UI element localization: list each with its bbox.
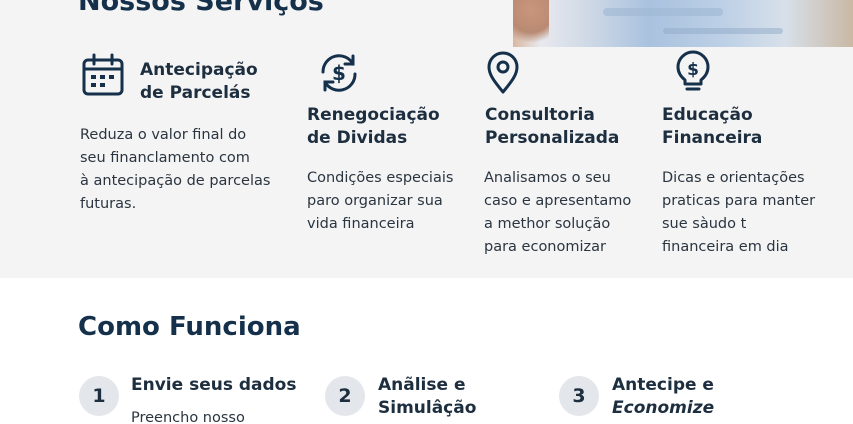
service-desc-educacao: Dicas e orientações praticas para manter… [662,170,816,255]
service-desc-renegociacao: Condições especiais paro organizar sua v… [307,170,454,232]
refresh-dollar-icon: $ [316,50,362,96]
how-it-works-section: Como Funciona 1 Envie seus dados Preench… [0,278,853,424]
step-title-1: Envie seus dados [131,375,297,395]
hero-photo [513,0,853,47]
service-title-antecipacao: Antecipação de Parcelás [140,60,258,103]
how-it-works-title: Como Funciona [78,312,301,342]
service-title-educacao: Educação Financeira [662,105,763,148]
lightbulb-dollar-icon: $ [670,50,716,96]
location-pin-icon [480,50,526,96]
service-desc-antecipacao: Reduza o valor final do seu financlament… [80,127,271,212]
svg-text:$: $ [687,60,699,80]
step-number-3: 3 [559,376,599,416]
step-number-1: 1 [79,376,119,416]
services-title: Nossos Serviços [78,0,324,17]
step-desc-1: Preencho nosso [131,410,245,424]
svg-text:$: $ [332,61,346,85]
service-desc-consultoria: Analisamos o seu caso e apresentamo a me… [484,170,632,255]
service-title-renegociacao: Renegociação de Dividas [307,105,440,148]
step-title-3: Antecipe e Economize [612,375,715,418]
step-number-2: 2 [325,376,365,416]
services-section: Nossos Serviços Antecipação de Parcelás … [0,0,853,278]
service-title-consultoria: Consultoria Personalizada [485,105,620,148]
calendar-icon [80,52,126,98]
step-title-2: Anãlise e Simulâção [378,375,477,418]
